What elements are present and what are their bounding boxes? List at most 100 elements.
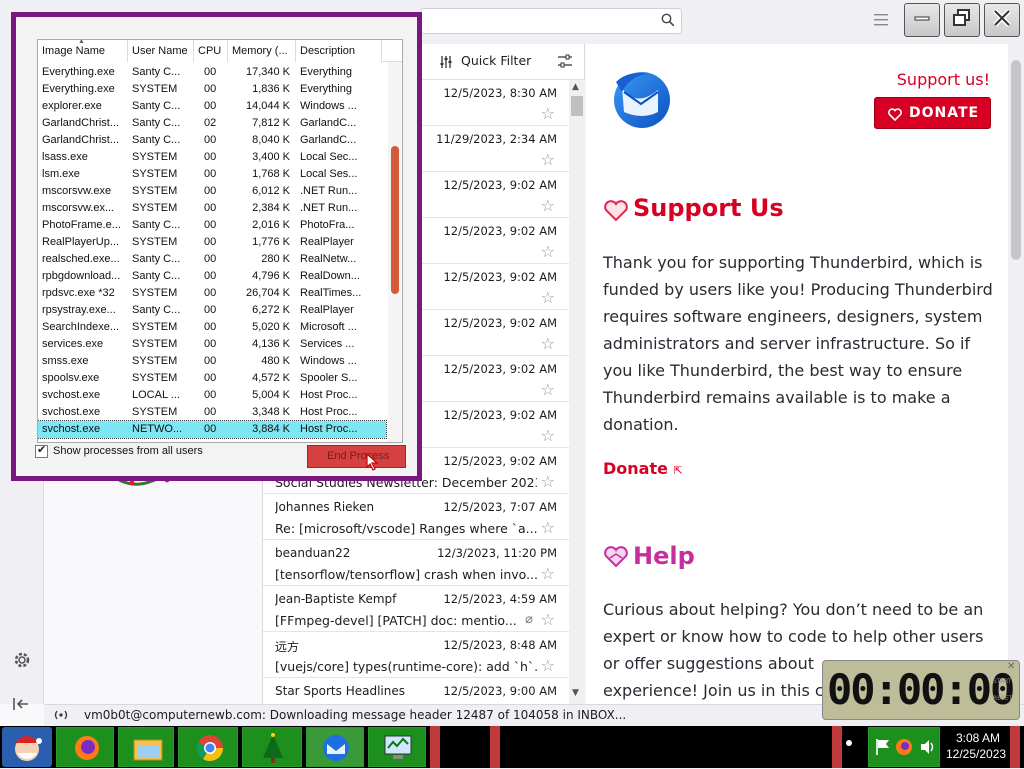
star-icon[interactable]: ☆ xyxy=(541,426,555,445)
taskbar-christmas-tree[interactable] xyxy=(242,727,302,767)
star-icon[interactable]: ☆ xyxy=(541,196,555,215)
process-cell: GarlandChrist... xyxy=(42,134,120,146)
process-row[interactable]: mscorsvw.exe SYSTEM 00 6,012 K .NET Run... xyxy=(38,183,386,200)
thread-row[interactable]: beanduan22 12/3/2023, 11:20 PM [tensorflow… xyxy=(263,540,569,586)
process-row[interactable]: Everything.exe SYSTEM 00 1,836 K Everything xyxy=(38,81,386,98)
process-row[interactable]: smss.exe SYSTEM 00 480 K Windows ... xyxy=(38,353,386,370)
taskbar-task-manager[interactable] xyxy=(368,727,426,767)
taskbar-red-marker xyxy=(430,726,440,768)
process-row[interactable]: svchost.exe SYSTEM 00 3,348 K Host Proc... xyxy=(38,404,386,421)
process-row[interactable]: SearchIndexe... SYSTEM 00 5,020 K Microsoft … xyxy=(38,319,386,336)
show-all-users-label[interactable]: Show processes from all users xyxy=(53,445,203,457)
process-row[interactable]: spoolsv.exe SYSTEM 00 4,572 K Spooler S... xyxy=(38,370,386,387)
taskbar-explorer[interactable] xyxy=(118,727,174,767)
process-scroll-thumb[interactable] xyxy=(391,146,399,294)
flag-icon[interactable] xyxy=(875,738,891,760)
process-row[interactable]: PhotoFrame.e... Santy C... 00 2,016 K PhotoF… xyxy=(38,217,386,234)
search-icon[interactable] xyxy=(661,13,675,31)
star-icon[interactable]: ☆ xyxy=(541,564,555,583)
support-us-link[interactable]: Support us! xyxy=(897,70,990,89)
thread-date: 12/5/2023, 9:02 AM xyxy=(443,316,557,330)
thread-row[interactable]: 远方 12/5/2023, 8:48 AM [vuejs/core] types(r… xyxy=(263,632,569,678)
thread-row[interactable]: Johannes Rieken 12/5/2023, 7:07 AM Re: [mi… xyxy=(263,494,569,540)
process-row[interactable]: explorer.exe Santy C... 00 14,044 K Windows … xyxy=(38,98,386,115)
taskbar-chrome[interactable] xyxy=(178,727,238,767)
process-cell: PhotoFra... xyxy=(300,219,355,231)
search-input[interactable] xyxy=(420,8,682,34)
quick-filter-icon[interactable] xyxy=(439,54,453,73)
restore-button[interactable] xyxy=(944,3,980,37)
timer-start-button[interactable]: START xyxy=(993,678,1012,685)
process-row[interactable]: svchost.exe LOCAL ... 00 5,004 K Host Proc..… xyxy=(38,387,386,404)
message-scroll-thumb[interactable] xyxy=(1011,60,1021,260)
thread-row[interactable]: Star Sports Headlines12/5/2023, 9:00 AM☆ xyxy=(263,678,569,704)
process-row[interactable]: services.exe SYSTEM 00 4,136 K Services ... xyxy=(38,336,386,353)
process-row[interactable]: lsm.exe SYSTEM 00 1,768 K Local Ses... xyxy=(38,166,386,183)
star-icon[interactable]: ☆ xyxy=(541,472,555,491)
process-row[interactable]: rpdsvc.exe *32 SYSTEM 00 26,704 K RealTimes.… xyxy=(38,285,386,302)
show-all-users-checkbox[interactable]: ✔ xyxy=(35,443,48,458)
minimize-button[interactable] xyxy=(904,3,940,37)
thread-scrollbar[interactable]: ▲ ▼ xyxy=(569,80,585,704)
status-text: vm0b0t@computernewb.com: Downloading mes… xyxy=(84,708,627,722)
donate-button[interactable]: DONATE xyxy=(874,97,991,129)
star-icon[interactable]: ☆ xyxy=(541,242,555,261)
process-cell: .NET Run... xyxy=(300,185,358,197)
activity-icon xyxy=(52,708,70,725)
scroll-thumb[interactable] xyxy=(571,96,583,116)
task-manager-window: Image Name User Name CPU Memory (... Descrip… xyxy=(11,12,422,481)
process-row[interactable]: Everything.exe Santy C... 00 17,340 K Everyt… xyxy=(38,64,386,81)
process-scrollbar[interactable] xyxy=(388,62,402,442)
message-scrollbar[interactable] xyxy=(1008,44,1024,704)
quick-filter-button[interactable]: Quick Filter xyxy=(461,53,531,68)
process-row[interactable]: mscorsvw.ex... SYSTEM 00 2,384 K .NET Run... xyxy=(38,200,386,217)
process-row[interactable]: GarlandChrist... Santy C... 02 7,812 K Garla… xyxy=(38,115,386,132)
system-tray[interactable] xyxy=(868,727,940,767)
process-cell: 00 xyxy=(204,321,217,333)
process-row[interactable]: lsass.exe SYSTEM 00 3,400 K Local Sec... xyxy=(38,149,386,166)
thread-row[interactable]: Jean-Baptiste Kempf 12/5/2023, 4:59 AM [FF… xyxy=(263,586,569,632)
scroll-down-icon[interactable]: ▼ xyxy=(572,688,579,698)
clock-date[interactable]: 12/25/2023 xyxy=(946,747,1006,761)
scroll-up-icon[interactable]: ▲ xyxy=(572,82,579,92)
hamburger-icon[interactable] xyxy=(874,12,890,31)
display-options-icon[interactable] xyxy=(557,53,573,73)
process-list[interactable]: Image Name User Name CPU Memory (... Descrip… xyxy=(37,39,403,443)
timer-widget[interactable]: 00:00:00 START RESET ✕ xyxy=(822,660,1020,720)
column-header[interactable]: CPU xyxy=(194,40,228,62)
process-cell: Santy C... xyxy=(132,253,181,265)
column-header[interactable]: Description xyxy=(296,40,382,62)
end-process-button[interactable]: End Process xyxy=(307,445,406,471)
star-icon[interactable]: ☆ xyxy=(541,334,555,353)
process-row[interactable]: rpbgdownload... Santy C... 00 4,796 K RealDo… xyxy=(38,268,386,285)
timer-reset-button[interactable]: RESET xyxy=(993,695,1012,702)
clock-time[interactable]: 3:08 AM xyxy=(956,731,1000,745)
star-icon[interactable]: ☆ xyxy=(541,518,555,537)
volume-icon[interactable] xyxy=(919,738,937,760)
star-icon[interactable]: ☆ xyxy=(541,288,555,307)
column-header[interactable]: Memory (... xyxy=(228,40,296,62)
close-button[interactable] xyxy=(984,3,1020,37)
star-icon[interactable]: ☆ xyxy=(541,150,555,169)
taskbar-thunderbird[interactable] xyxy=(306,727,364,767)
process-row[interactable]: GarlandChrist... Santy C... 00 8,040 K Garla… xyxy=(38,132,386,149)
star-icon[interactable]: ☆ xyxy=(541,104,555,123)
process-row[interactable]: RealPlayerUp... SYSTEM 00 1,776 K RealPlayer xyxy=(38,234,386,251)
start-button[interactable] xyxy=(2,727,52,767)
donate-link[interactable]: Donate ⇱ xyxy=(603,459,683,478)
settings-icon[interactable] xyxy=(12,650,32,674)
timer-close-icon[interactable]: ✕ xyxy=(1007,661,1015,672)
collapse-sidebar-icon[interactable] xyxy=(12,696,32,716)
process-cell: 6,272 K xyxy=(252,304,290,316)
star-icon[interactable]: ☆ xyxy=(541,610,555,629)
star-icon[interactable]: ☆ xyxy=(541,656,555,675)
column-header[interactable]: User Name xyxy=(128,40,194,62)
taskbar-firefox[interactable] xyxy=(56,727,114,767)
star-icon[interactable]: ☆ xyxy=(541,380,555,399)
process-row[interactable]: svchost.exe NETWO... 00 3,884 K Host Proc... xyxy=(38,420,387,439)
help-heading: Help xyxy=(633,542,695,570)
thread-date: 12/5/2023, 8:30 AM xyxy=(443,86,557,100)
process-row[interactable]: rpsystray.exe... Santy C... 00 6,272 K RealP… xyxy=(38,302,386,319)
firefox-tray-icon[interactable] xyxy=(895,738,913,760)
process-row[interactable]: realsched.exe... Santy C... 00 280 K RealNet… xyxy=(38,251,386,268)
